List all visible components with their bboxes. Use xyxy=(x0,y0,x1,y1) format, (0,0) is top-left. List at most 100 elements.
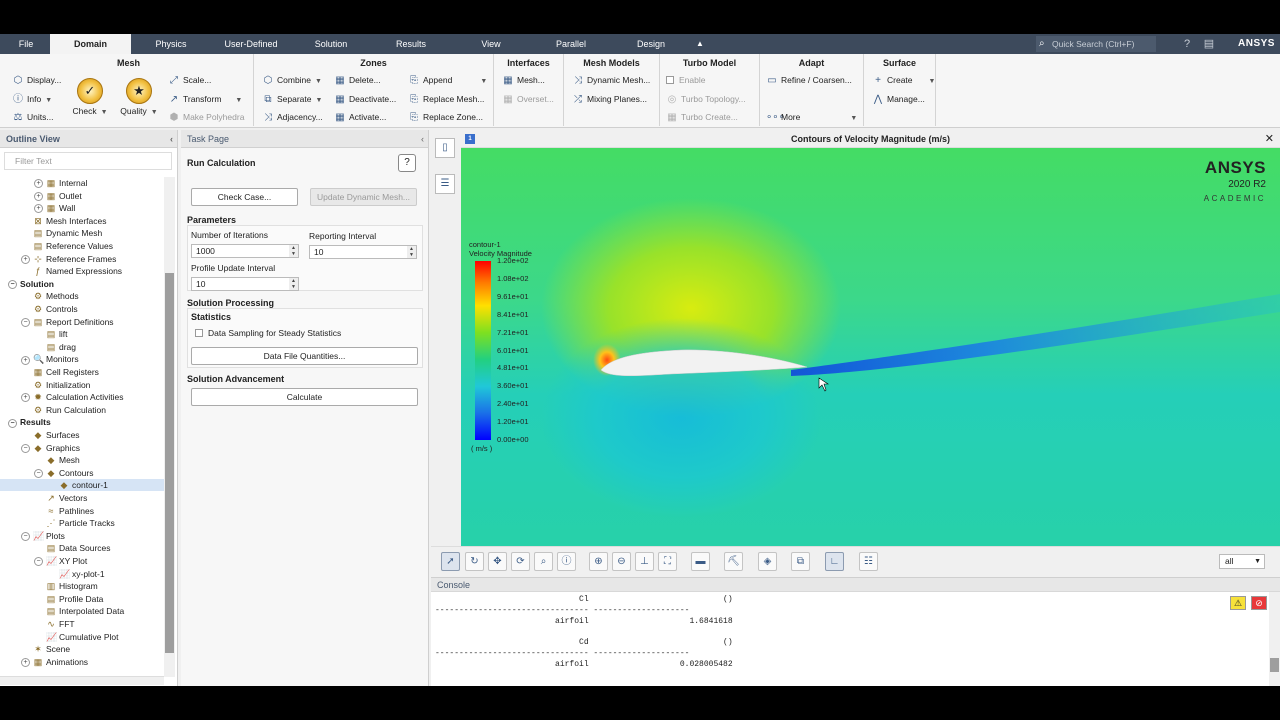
tree-item-monitors[interactable]: + 🔍 Monitors xyxy=(0,353,164,365)
expand-icon[interactable]: + xyxy=(21,393,30,403)
save-picture-icon[interactable]: ⧉ xyxy=(791,552,810,571)
scrollbar-thumb[interactable] xyxy=(1270,658,1279,672)
zoom-out-icon[interactable]: ⊖ xyxy=(612,552,631,571)
tree-item-profile-data[interactable]: ▤ Profile Data xyxy=(0,593,164,605)
refine-coarsen-button[interactable]: ▭ Refine / Coarsen... xyxy=(766,72,852,88)
menu-file[interactable]: File xyxy=(6,34,46,54)
isometric-view-icon[interactable]: ⊥ xyxy=(635,552,654,571)
warning-icon[interactable]: ⚠ xyxy=(1230,596,1246,610)
adjacency-button[interactable]: ⤨ Adjacency... xyxy=(262,109,323,125)
menu-physics[interactable]: Physics xyxy=(140,34,202,54)
tree-item-animations[interactable]: + ▦ Animations xyxy=(0,656,164,668)
menu-results[interactable]: Results xyxy=(380,34,442,54)
menu-domain[interactable]: Domain xyxy=(50,34,131,54)
tree-item-vectors[interactable]: ↗ Vectors xyxy=(0,492,164,504)
expand-icon[interactable]: + xyxy=(34,204,43,214)
replace-zone-button[interactable]: ⎘ Replace Zone... xyxy=(408,109,483,125)
collapse-icon[interactable]: − xyxy=(21,317,30,327)
tree-item-internal[interactable]: + ▦ Internal xyxy=(0,177,164,189)
tree-item-wall[interactable]: + ▦ Wall xyxy=(0,202,164,214)
tree-item-xy-plot[interactable]: − 📈 XY Plot xyxy=(0,555,164,567)
tree-item-contour-1[interactable]: ◆ contour-1 xyxy=(0,479,164,492)
replace-mesh-button[interactable]: ⎘ Replace Mesh... xyxy=(408,91,484,107)
append-button[interactable]: ⎘ Append ▼ xyxy=(408,72,487,88)
scrollbar-thumb[interactable] xyxy=(165,273,174,653)
menu-solution[interactable]: Solution xyxy=(300,34,362,54)
rotate-view-icon[interactable]: ⟳ xyxy=(511,552,530,571)
probe-icon[interactable]: ⓘ xyxy=(557,552,576,571)
interface-mesh-button[interactable]: ▦ Mesh... xyxy=(502,72,545,88)
tree-item-data-sources[interactable]: ▤ Data Sources xyxy=(0,542,164,554)
surface-create-button[interactable]: + Create ▼ xyxy=(872,72,935,88)
tree-item-mesh-interfaces[interactable]: ⊠ Mesh Interfaces xyxy=(0,215,164,227)
ruler-icon[interactable]: ▬ xyxy=(691,552,710,571)
tree-item-fft[interactable]: ∿ FFT xyxy=(0,618,164,630)
calculate-button[interactable]: Calculate xyxy=(191,388,418,406)
quality-button[interactable]: ★ Quality ▼ xyxy=(116,78,162,116)
profile-update-input[interactable]: 10 ▲ ▼ xyxy=(191,277,299,291)
turbo-create-button[interactable]: ▦ Turbo Create... xyxy=(666,109,738,125)
turbo-topology-button[interactable]: ◎ Turbo Topology... xyxy=(666,91,746,107)
outline-horizontal-scrollbar[interactable] xyxy=(0,676,164,685)
quick-search-input[interactable]: ⌕ Quick Search (Ctrl+F) xyxy=(1036,36,1156,52)
transform-button[interactable]: ↗ Transform ▼ xyxy=(168,91,243,107)
expand-icon[interactable]: + xyxy=(34,191,43,201)
layout-list-icon[interactable]: ☰ xyxy=(435,174,455,194)
collapse-ribbon-icon[interactable]: ▲ xyxy=(692,34,708,54)
tree-item-cell-registers[interactable]: ▦ Cell Registers xyxy=(0,366,164,378)
overset-button[interactable]: ▦ Overset... xyxy=(502,91,554,107)
tree-item-lift[interactable]: ▤ lift xyxy=(0,328,164,340)
clipping-icon[interactable]: ⛏ xyxy=(724,552,743,571)
combine-button[interactable]: ⬡ Combine ▼ xyxy=(262,72,322,88)
display-button[interactable]: ⬡ Display... xyxy=(12,72,62,88)
info-button[interactable]: ⓘ Info ▼ xyxy=(12,91,52,107)
tree-item-mesh[interactable]: ◆ Mesh xyxy=(0,454,164,466)
tree-item-results[interactable]: − Results xyxy=(0,416,164,428)
view-cube-icon[interactable]: ◈ xyxy=(758,552,777,571)
delete-button[interactable]: ▦ Delete... xyxy=(334,72,380,88)
tree-item-outlet[interactable]: + ▦ Outlet xyxy=(0,190,164,202)
update-dynamic-mesh-button[interactable]: Update Dynamic Mesh... xyxy=(310,188,417,206)
scale-button[interactable]: ⤢ Scale... xyxy=(168,72,211,88)
activate-button[interactable]: ▦ Activate... xyxy=(334,109,386,125)
collapse-icon[interactable]: − xyxy=(21,532,30,542)
check-button[interactable]: ✓ Check ▼ xyxy=(70,78,110,116)
tree-item-scene[interactable]: ✶ Scene xyxy=(0,643,164,655)
tree-item-plots[interactable]: − 📈 Plots xyxy=(0,530,164,542)
tree-item-named-expressions[interactable]: ƒ Named Expressions xyxy=(0,265,164,277)
tree-item-report-definitions[interactable]: − ▤ Report Definitions xyxy=(0,316,164,328)
collapse-icon[interactable]: − xyxy=(34,557,43,567)
menu-view[interactable]: View xyxy=(460,34,522,54)
deactivate-button[interactable]: ▦ Deactivate... xyxy=(334,91,396,107)
notes-icon[interactable]: ☷ xyxy=(859,552,878,571)
console-scrollbar[interactable] xyxy=(1269,592,1280,686)
check-case-button[interactable]: Check Case... xyxy=(191,188,298,206)
units-button[interactable]: ⚖ Units... xyxy=(12,109,54,125)
data-file-quantities-button[interactable]: Data File Quantities... xyxy=(191,347,418,365)
tree-item-particle-tracks[interactable]: ⋰ Particle Tracks xyxy=(0,517,164,529)
expand-icon[interactable]: + xyxy=(21,254,30,264)
pan-icon[interactable]: ✥ xyxy=(488,552,507,571)
tree-item-run-calculation[interactable]: ⚙ Run Calculation xyxy=(0,404,164,416)
collapse-icon[interactable]: − xyxy=(8,280,17,290)
tree-item-xy-plot-1[interactable]: 📈 xy-plot-1 xyxy=(0,568,164,580)
spinner-icon[interactable]: ▲ ▼ xyxy=(289,245,298,257)
tree-item-drag[interactable]: ▤ drag xyxy=(0,341,164,353)
menu-design[interactable]: Design xyxy=(620,34,682,54)
make-polyhedra-button[interactable]: ⬢ Make Polyhedra xyxy=(168,109,245,125)
separate-button[interactable]: ⧉ Separate ▼ xyxy=(262,91,322,107)
tree-item-methods[interactable]: ⚙ Methods xyxy=(0,290,164,302)
tree-item-contours[interactable]: − ◆ Contours xyxy=(0,467,164,479)
help-icon[interactable]: ? xyxy=(1180,37,1194,51)
dynamic-mesh-button[interactable]: ⤨ Dynamic Mesh... xyxy=(572,72,650,88)
help-button[interactable]: ? xyxy=(398,154,416,172)
zoom-icon[interactable]: ⌕ xyxy=(534,552,553,571)
filter-text-input[interactable]: Filter Text xyxy=(4,152,172,170)
collapse-icon[interactable]: − xyxy=(34,469,43,479)
data-sampling-checkbox[interactable]: Data Sampling for Steady Statistics xyxy=(195,328,341,338)
tree-item-calculation-activities[interactable]: + ✹ Calculation Activities xyxy=(0,391,164,403)
menu-parallel[interactable]: Parallel xyxy=(540,34,602,54)
page-icon[interactable]: ▯ xyxy=(435,138,455,158)
pointer-icon[interactable]: ➚ xyxy=(441,552,460,571)
adapt-more-button[interactable]: ∘∘∘More ▼ xyxy=(766,109,857,125)
